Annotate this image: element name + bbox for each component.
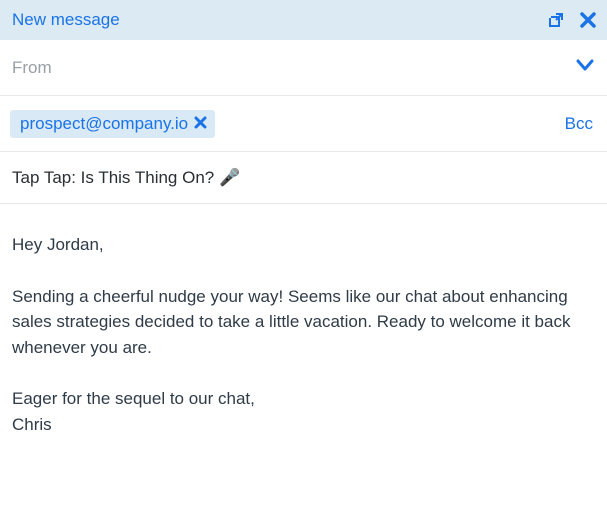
from-expand-button[interactable]	[575, 55, 595, 80]
message-body[interactable]: Hey Jordan, Sending a cheerful nudge you…	[0, 204, 607, 449]
chevron-down-icon	[575, 55, 595, 75]
close-icon	[579, 11, 597, 29]
recipient-chip[interactable]: prospect@company.io	[10, 110, 215, 138]
popout-icon	[548, 12, 565, 29]
close-button[interactable]	[579, 11, 597, 29]
close-icon	[194, 116, 207, 129]
bcc-button[interactable]: Bcc	[565, 114, 595, 134]
titlebar: New message	[0, 0, 607, 40]
from-label: From	[12, 58, 575, 78]
body-greeting: Hey Jordan,	[12, 232, 595, 258]
body-signoff: Eager for the sequel to our chat, Chris	[12, 386, 595, 437]
window-title: New message	[12, 10, 534, 30]
remove-recipient-button[interactable]	[194, 115, 207, 132]
recipient-email: prospect@company.io	[20, 114, 188, 134]
from-row[interactable]: From	[0, 40, 607, 96]
subject-input[interactable]: Tap Tap: Is This Thing On? 🎤	[12, 168, 240, 188]
to-row[interactable]: prospect@company.io Bcc	[0, 96, 607, 152]
subject-row[interactable]: Tap Tap: Is This Thing On? 🎤	[0, 152, 607, 204]
popout-button[interactable]	[548, 12, 565, 29]
body-paragraph: Sending a cheerful nudge your way! Seems…	[12, 284, 595, 361]
titlebar-actions	[534, 11, 597, 29]
